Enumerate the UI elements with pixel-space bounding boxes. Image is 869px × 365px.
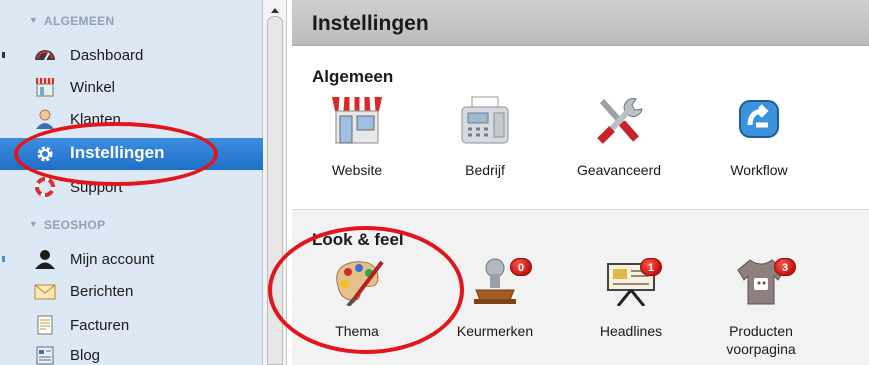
workflow-icon — [732, 95, 786, 145]
sidebar-item-mijn-account[interactable]: Mijn account — [0, 244, 263, 274]
collapse-triangle-icon: ▼ — [29, 219, 39, 229]
tile-keurmerken[interactable]: 0 Keurmerken — [440, 256, 550, 365]
user-icon — [34, 249, 56, 269]
tile-bedrijf[interactable]: Bedrijf — [430, 95, 540, 215]
sidebar-item-dashboard[interactable]: Dashboard — [0, 40, 263, 70]
sidebar: ▼ ALGEMEEN Dashboard Winkel Klanten Inst… — [0, 0, 263, 365]
tile-label: Geavanceerd — [576, 162, 662, 178]
tile-workflow[interactable]: Workflow — [704, 95, 814, 215]
shop-icon — [34, 77, 56, 97]
sidebar-item-blog[interactable]: Blog — [0, 340, 263, 365]
sidebar-item-winkel[interactable]: Winkel — [0, 72, 263, 102]
group-algemeen: Algemeen Website Bedrijf Geavanceerd Wor… — [292, 47, 869, 209]
sidebar-item-instellingen[interactable]: Instellingen — [0, 138, 263, 170]
group-look-and-feel: Look & feel Thema 0 Keurmerken 1 Headlin… — [292, 209, 869, 365]
tile-thema[interactable]: Thema — [302, 256, 412, 365]
settings-panel: Instellingen Algemeen Website Bedrijf Ge… — [288, 0, 869, 365]
notification-badge: 1 — [640, 258, 662, 276]
section-header-algemeen[interactable]: ▼ ALGEMEEN — [0, 12, 263, 32]
tile-label: Keurmerken — [456, 323, 534, 339]
tile-label: Workflow — [730, 162, 788, 178]
fax-machine-icon — [458, 95, 512, 145]
page-title: Instellingen — [312, 12, 429, 35]
tile-headlines[interactable]: 1 Headlines — [576, 256, 686, 365]
customer-icon — [34, 109, 56, 129]
notification-badge: 3 — [774, 258, 796, 276]
notification-badge: 0 — [510, 258, 532, 276]
envelope-icon — [34, 281, 56, 301]
sidebar-item-berichten[interactable]: Berichten — [0, 276, 263, 306]
scroll-up-arrow-icon[interactable] — [266, 3, 284, 17]
tools-icon — [592, 95, 646, 145]
tile-label: Producten — [729, 323, 793, 339]
tile-label-line2: voorpagina — [726, 341, 796, 357]
lifebuoy-icon — [34, 177, 56, 197]
title-bar: Instellingen — [292, 0, 869, 46]
collapse-triangle-icon: ▼ — [29, 15, 39, 25]
group-title: Look & feel — [312, 230, 404, 249]
sidebar-scrollbar[interactable] — [263, 0, 287, 365]
tile-producten-voorpagina[interactable]: 3 Producten voorpagina — [706, 256, 816, 365]
sidebar-item-facturen[interactable]: Facturen — [0, 310, 263, 340]
palette-icon — [330, 256, 384, 308]
sidebar-item-klanten[interactable]: Klanten — [0, 104, 263, 134]
scrollbar-thumb[interactable] — [267, 16, 283, 365]
invoice-icon — [34, 315, 56, 335]
dashboard-gauge-icon — [34, 45, 56, 65]
blog-icon — [34, 345, 56, 365]
storefront-icon — [330, 95, 384, 145]
tile-geavanceerd[interactable]: Geavanceerd — [564, 95, 674, 215]
tile-label: Thema — [335, 323, 379, 339]
gear-icon — [34, 144, 56, 164]
tile-label: Headlines — [599, 323, 663, 339]
tile-website[interactable]: Website — [302, 95, 412, 215]
tile-label: Website — [331, 162, 383, 178]
tile-label: Bedrijf — [465, 162, 505, 178]
group-title: Algemeen — [312, 67, 394, 86]
section-header-seoshop[interactable]: ▼ SEOSHOP — [0, 216, 263, 236]
sidebar-item-support[interactable]: Support — [0, 172, 263, 202]
